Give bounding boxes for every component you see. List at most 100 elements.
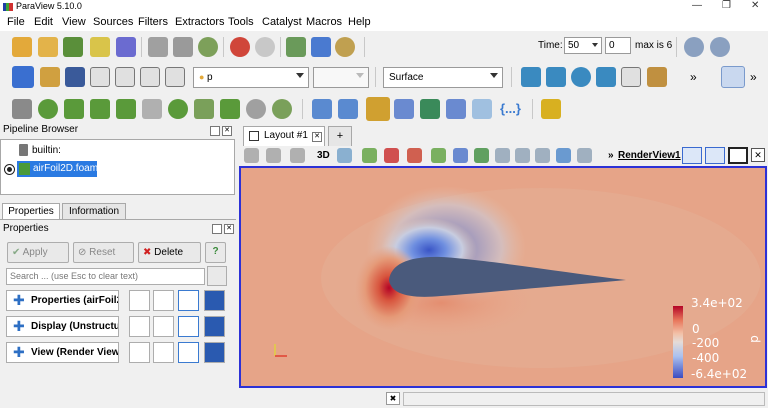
clear-selection-icon[interactable]: [577, 148, 592, 163]
split-vertical-icon[interactable]: [705, 147, 725, 164]
open-recent-icon[interactable]: [38, 37, 58, 57]
plot-selection-icon[interactable]: [394, 99, 414, 119]
rescale-custom-range-icon[interactable]: [90, 67, 110, 87]
view-overflow-chevron[interactable]: »: [608, 150, 614, 161]
refresh-icon[interactable]: [178, 316, 199, 337]
plot-data-icon[interactable]: [338, 99, 358, 119]
gear-icon[interactable]: [207, 266, 227, 286]
slice-icon[interactable]: [90, 99, 110, 119]
select-cells-on-icon[interactable]: [362, 148, 377, 163]
contour-icon[interactable]: [38, 99, 58, 119]
close-pane-icon[interactable]: ✕: [224, 224, 234, 234]
undock-icon[interactable]: [212, 224, 222, 234]
histogram-icon[interactable]: [366, 97, 390, 121]
extract-subset-icon[interactable]: [142, 99, 162, 119]
color-array-select[interactable]: ● p: [193, 67, 309, 88]
select-points-on-icon[interactable]: [384, 148, 399, 163]
close-pane-icon[interactable]: ✕: [222, 126, 232, 136]
open-file-icon[interactable]: [12, 37, 32, 57]
clip-icon[interactable]: [64, 99, 84, 119]
maximize-button[interactable]: ❐: [722, 0, 731, 11]
menu-filters[interactable]: Filters: [138, 16, 168, 28]
hover-points-icon[interactable]: [495, 148, 510, 163]
paste-icon[interactable]: [153, 342, 174, 363]
auto-apply-icon[interactable]: [198, 37, 218, 57]
copy-icon[interactable]: [129, 342, 150, 363]
tab-layout-1[interactable]: Layout #1 ✕: [243, 126, 325, 146]
add-layout-tab-button[interactable]: +: [328, 126, 352, 146]
menu-sources[interactable]: Sources: [93, 16, 133, 28]
menu-extractors[interactable]: Extractors: [175, 16, 225, 28]
undo-icon[interactable]: [230, 37, 250, 57]
minimize-button[interactable]: —: [692, 0, 702, 11]
calculator-icon[interactable]: [12, 99, 32, 119]
paste-icon[interactable]: [153, 316, 174, 337]
extract-cells-icon[interactable]: [472, 99, 492, 119]
find-data-icon[interactable]: [684, 37, 704, 57]
menu-help[interactable]: Help: [348, 16, 371, 28]
probe-location-icon[interactable]: [420, 99, 440, 119]
capture-screenshot-icon[interactable]: [244, 148, 259, 163]
output-close-icon[interactable]: ✖: [386, 392, 400, 405]
zoom-closest-icon[interactable]: [596, 67, 616, 87]
interaction-mode-icon[interactable]: [721, 66, 745, 88]
representation-select[interactable]: Surface: [383, 67, 503, 88]
disconnect-icon[interactable]: [116, 37, 136, 57]
maximize-view-icon[interactable]: [728, 147, 748, 164]
stream-tracer-icon[interactable]: [194, 99, 214, 119]
rescale-temporal-range-icon[interactable]: [140, 67, 160, 87]
find-data-view-icon[interactable]: [556, 148, 571, 163]
palette-icon[interactable]: [335, 37, 355, 57]
camera-orbit-icon[interactable]: [266, 148, 281, 163]
close-tab-icon[interactable]: ✕: [312, 132, 322, 142]
interactive-select-icon[interactable]: [474, 148, 489, 163]
split-horizontal-icon[interactable]: [682, 147, 702, 164]
menu-macros[interactable]: Macros: [306, 16, 342, 28]
plot-global-variables-icon[interactable]: [446, 99, 466, 119]
copy-icon[interactable]: [129, 316, 150, 337]
delete-button[interactable]: ✖ Delete: [138, 242, 201, 263]
save-icon[interactable]: [204, 290, 225, 311]
save-icon[interactable]: [204, 316, 225, 337]
warp-by-vector-icon[interactable]: [220, 99, 240, 119]
render-view-label[interactable]: RenderView1: [618, 150, 681, 161]
grow-selection-icon[interactable]: [535, 148, 550, 163]
edit-color-map-icon[interactable]: [40, 67, 60, 87]
help-button[interactable]: ?: [205, 242, 226, 263]
reset-button[interactable]: ⊘ Reset: [73, 242, 134, 263]
reset-camera-closest-icon[interactable]: [546, 67, 566, 87]
paste-icon[interactable]: [153, 290, 174, 311]
threshold-icon[interactable]: [116, 99, 136, 119]
ruler-icon[interactable]: [541, 99, 561, 119]
search-input[interactable]: Search ... (use Esc to clear text): [6, 268, 205, 285]
pipeline-item-airfoil[interactable]: airFoil2D.foam: [17, 161, 98, 177]
refresh-icon[interactable]: [178, 290, 199, 311]
tab-properties[interactable]: Properties: [2, 203, 60, 219]
select-cells-through-icon[interactable]: [407, 148, 422, 163]
apply-button[interactable]: ✔ Apply: [7, 242, 69, 263]
reset-camera-icon[interactable]: [521, 67, 541, 87]
python-calculator-icon[interactable]: {...}: [500, 101, 521, 116]
zoom-to-data-icon[interactable]: [710, 37, 730, 57]
refresh-icon[interactable]: [178, 342, 199, 363]
rescale-visible-range-icon[interactable]: [115, 67, 135, 87]
toggle-3d-button[interactable]: 3D: [317, 150, 330, 161]
extract-level-icon[interactable]: [272, 99, 292, 119]
pipeline-item-builtin[interactable]: builtin:: [32, 145, 61, 156]
menu-edit[interactable]: Edit: [34, 16, 53, 28]
select-polygon-icon[interactable]: [453, 148, 468, 163]
zoom-to-selection-icon[interactable]: [621, 67, 641, 87]
save-state-icon[interactable]: [148, 37, 168, 57]
save-data-icon[interactable]: [63, 37, 83, 57]
copy-icon[interactable]: [129, 290, 150, 311]
plot-over-line-icon[interactable]: [312, 99, 332, 119]
zoom-to-box-icon[interactable]: [571, 67, 591, 87]
close-window-button[interactable]: ✕: [751, 0, 759, 11]
rescale-range-icon[interactable]: [65, 67, 85, 87]
hover-cells-icon[interactable]: [515, 148, 530, 163]
menu-tools[interactable]: Tools: [228, 16, 254, 28]
time-field[interactable]: 50: [564, 37, 602, 54]
eye-visibility-icon[interactable]: [5, 165, 14, 174]
menu-file[interactable]: File: [7, 16, 25, 28]
toolbar-overflow-chevron-2[interactable]: »: [750, 70, 757, 84]
